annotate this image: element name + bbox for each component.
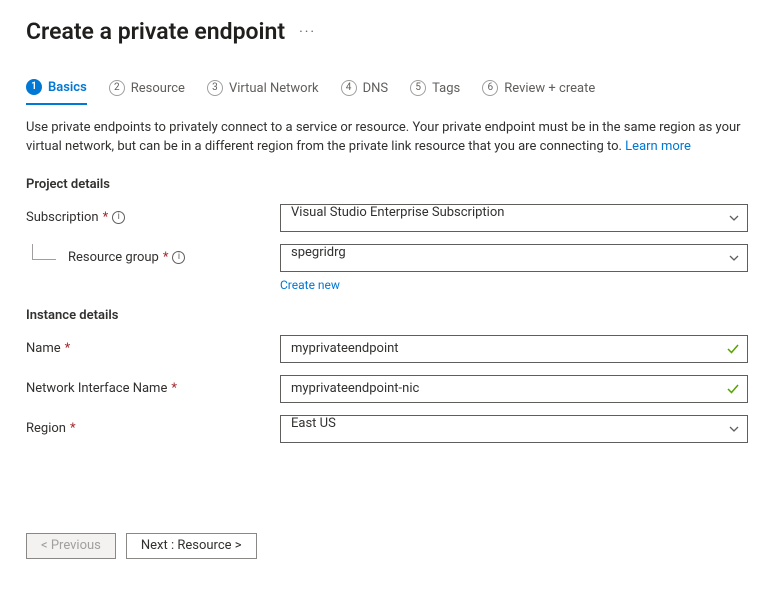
description: Use private endpoints to privately conne… bbox=[26, 119, 746, 157]
tab-num: 4 bbox=[341, 80, 357, 96]
tab-basics[interactable]: 1 Basics bbox=[26, 79, 87, 105]
tab-virtual-network[interactable]: 3 Virtual Network bbox=[207, 79, 319, 105]
indent-line bbox=[32, 244, 56, 260]
more-icon[interactable]: ··· bbox=[299, 24, 316, 40]
tab-label: Basics bbox=[48, 80, 87, 95]
info-icon[interactable]: i bbox=[172, 251, 185, 264]
resource-group-select[interactable]: spegridrg bbox=[280, 244, 748, 272]
page-title: Create a private endpoint bbox=[26, 18, 285, 45]
name-label: Name bbox=[26, 341, 61, 356]
required-icon: * bbox=[103, 210, 109, 225]
learn-more-link[interactable]: Learn more bbox=[625, 139, 691, 154]
create-new-link[interactable]: Create new bbox=[280, 278, 340, 292]
tab-label: Review + create bbox=[504, 81, 595, 96]
name-input[interactable] bbox=[280, 335, 748, 363]
previous-button: < Previous bbox=[26, 533, 116, 559]
required-icon: * bbox=[70, 421, 76, 436]
tab-num: 2 bbox=[109, 80, 125, 96]
nic-label: Network Interface Name bbox=[26, 381, 167, 396]
tabs: 1 Basics 2 Resource 3 Virtual Network 4 … bbox=[26, 79, 748, 105]
required-icon: * bbox=[65, 341, 71, 356]
tab-dns[interactable]: 4 DNS bbox=[341, 79, 389, 105]
tab-tags[interactable]: 5 Tags bbox=[410, 79, 460, 105]
project-details-heading: Project details bbox=[26, 177, 748, 192]
tab-num: 1 bbox=[26, 79, 42, 95]
nic-input[interactable] bbox=[280, 375, 748, 403]
resource-group-label: Resource group bbox=[68, 250, 159, 265]
tab-label: Tags bbox=[432, 81, 460, 96]
region-label: Region bbox=[26, 421, 66, 436]
info-icon[interactable]: i bbox=[112, 211, 125, 224]
instance-details-heading: Instance details bbox=[26, 308, 748, 323]
region-select[interactable]: East US bbox=[280, 415, 748, 443]
tab-resource[interactable]: 2 Resource bbox=[109, 79, 185, 105]
tab-num: 6 bbox=[482, 80, 498, 96]
tab-label: DNS bbox=[363, 81, 389, 96]
tab-num: 5 bbox=[410, 80, 426, 96]
subscription-label: Subscription bbox=[26, 210, 99, 225]
tab-num: 3 bbox=[207, 80, 223, 96]
tab-review-create[interactable]: 6 Review + create bbox=[482, 79, 595, 105]
required-icon: * bbox=[163, 250, 169, 265]
next-button[interactable]: Next : Resource > bbox=[126, 533, 257, 559]
required-icon: * bbox=[171, 381, 177, 396]
tab-label: Resource bbox=[131, 81, 185, 96]
subscription-select[interactable]: Visual Studio Enterprise Subscription bbox=[280, 204, 748, 232]
tab-label: Virtual Network bbox=[229, 81, 319, 96]
